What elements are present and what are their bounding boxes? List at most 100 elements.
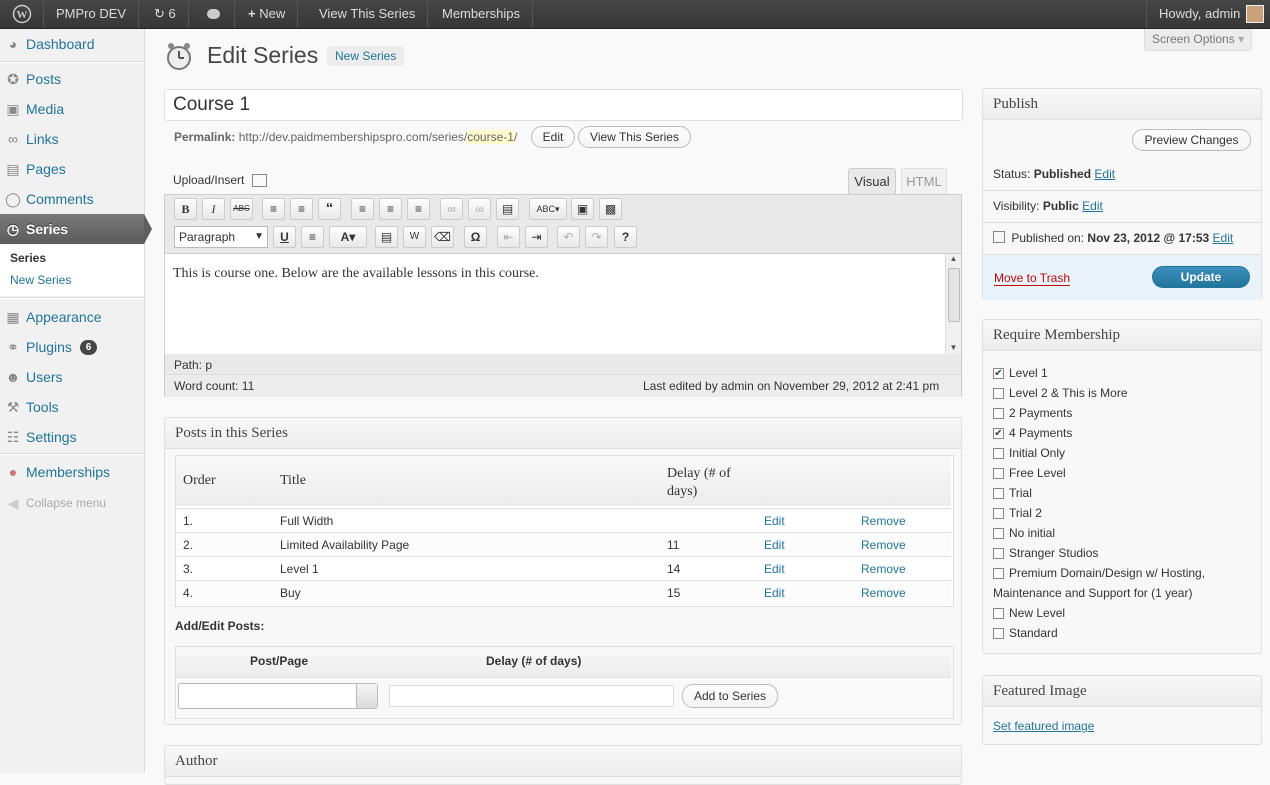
outdent-button[interactable]: ⇤ [497, 226, 520, 248]
scroll-up-icon[interactable]: ▲ [946, 254, 961, 263]
account-menu[interactable]: Howdy, admin [1146, 0, 1270, 28]
collapse-menu-button[interactable]: ◀ Collapse menu [0, 488, 144, 518]
level-checkbox[interactable]: ✔ [993, 428, 1004, 439]
view-series-link[interactable]: View This Series [307, 0, 429, 28]
underline-button[interactable]: U [273, 226, 296, 248]
sidebar-item-appearance[interactable]: ▦ Appearance [0, 302, 144, 332]
sidebar-item-posts[interactable]: ✪ Posts [0, 64, 144, 94]
justify-button[interactable]: ≡ [301, 226, 324, 248]
row-remove-link[interactable]: Remove [861, 557, 906, 581]
tab-html[interactable]: HTML [901, 168, 947, 194]
row-edit-link[interactable]: Edit [764, 581, 785, 605]
row-remove-link[interactable]: Remove [861, 533, 906, 557]
row-edit-link[interactable]: Edit [764, 533, 785, 557]
strikethrough-button[interactable]: ABC [230, 198, 253, 220]
level-checkbox[interactable] [993, 548, 1004, 559]
level-checkbox[interactable]: ✔ [993, 368, 1004, 379]
set-featured-image-link[interactable]: Set featured image [993, 719, 1094, 733]
more-tag-button[interactable]: ▤ [496, 198, 519, 220]
help-button[interactable]: ? [614, 226, 637, 248]
permalink-edit-button[interactable]: Edit [531, 126, 575, 148]
row-edit-link[interactable]: Edit [764, 509, 785, 533]
fullscreen-button[interactable]: ▣ [571, 198, 594, 220]
level-checkbox[interactable] [993, 468, 1004, 479]
memberships-link[interactable]: Memberships [430, 0, 534, 28]
level-checkbox[interactable] [993, 608, 1004, 619]
sidebar-item-users[interactable]: ☻ Users [0, 362, 144, 392]
paste-text-button[interactable]: ▤ [375, 226, 398, 248]
sidebar-item-pages[interactable]: ▤ Pages [0, 154, 144, 184]
comments-link[interactable] [195, 0, 235, 28]
visibility-edit-link[interactable]: Edit [1082, 199, 1103, 213]
level-checkbox[interactable] [993, 568, 1004, 579]
blockquote-button[interactable]: “ [318, 198, 341, 220]
level-checkbox[interactable] [993, 388, 1004, 399]
tab-visual[interactable]: Visual [848, 168, 896, 194]
new-content-link[interactable]: + New [236, 0, 299, 28]
kitchen-sink-button[interactable]: ▩ [599, 198, 622, 220]
sidebar-item-tools[interactable]: ⚒ Tools [0, 392, 144, 422]
remove-format-button[interactable]: ⌫ [431, 226, 454, 248]
featured-image-title[interactable]: Featured Image [983, 676, 1261, 707]
paste-word-button[interactable]: W [403, 226, 426, 248]
unlink-button[interactable]: ∞ [468, 198, 491, 220]
bold-button[interactable]: B [174, 198, 197, 220]
sidebar-item-links[interactable]: ∞ Links [0, 124, 144, 154]
row-remove-link[interactable]: Remove [861, 581, 906, 605]
title-input[interactable]: Course 1 [164, 89, 963, 121]
published-edit-link[interactable]: Edit [1213, 231, 1234, 245]
italic-button[interactable]: I [202, 198, 225, 220]
spellcheck-button[interactable]: ABC▾ [529, 198, 567, 220]
screen-options-button[interactable]: Screen Options ▾ [1144, 29, 1252, 51]
author-box-title[interactable]: Author [165, 746, 961, 777]
publish-box-title[interactable]: Publish [983, 89, 1261, 120]
sidebar-item-plugins[interactable]: ⚭ Plugins 6 [0, 332, 144, 362]
sidebar-item-dashboard[interactable]: ◕ Dashboard [0, 29, 144, 59]
site-name-link[interactable]: PMPro DEV [44, 0, 140, 28]
level-checkbox[interactable] [993, 628, 1004, 639]
sidebar-item-comments[interactable]: ◯ Comments [0, 184, 144, 214]
scroll-down-icon[interactable]: ▼ [946, 343, 961, 352]
submenu-item-new-series[interactable]: New Series [10, 273, 71, 287]
bullet-list-button[interactable]: ≡ [262, 198, 285, 220]
level-checkbox[interactable] [993, 508, 1004, 519]
sidebar-item-media[interactable]: ▣ Media [0, 94, 144, 124]
series-posts-title[interactable]: Posts in this Series [165, 418, 961, 449]
wordpress-logo-icon[interactable]: W [0, 0, 44, 28]
delay-days-input[interactable] [389, 685, 674, 707]
move-to-trash-link[interactable]: Move to Trash [994, 271, 1071, 286]
text-color-button[interactable]: A▾ [329, 226, 367, 248]
editor-content[interactable]: This is course one. Below are the availa… [165, 253, 961, 354]
sidebar-item-memberships[interactable]: ● Memberships [0, 457, 144, 487]
post-page-select[interactable] [178, 683, 378, 709]
row-remove-link[interactable]: Remove [861, 509, 906, 533]
upload-insert[interactable]: Upload/Insert [173, 173, 267, 188]
permalink-slug[interactable]: course-1 [467, 130, 514, 144]
require-membership-title[interactable]: Require Membership [983, 320, 1261, 351]
update-button[interactable]: Update [1152, 266, 1250, 288]
scrollbar-thumb[interactable] [948, 268, 960, 322]
redo-button[interactable]: ↷ [585, 226, 608, 248]
special-character-button[interactable]: Ω [464, 226, 487, 248]
level-checkbox[interactable] [993, 488, 1004, 499]
editor-scrollbar[interactable]: ▲ ▼ [945, 254, 961, 354]
sidebar-item-settings[interactable]: ☷ Settings [0, 422, 144, 452]
preview-changes-button[interactable]: Preview Changes [1132, 129, 1251, 151]
undo-button[interactable]: ↶ [557, 226, 580, 248]
sidebar-item-series[interactable]: ◷ Series [0, 214, 152, 244]
level-checkbox[interactable] [993, 448, 1004, 459]
format-select[interactable]: Paragraph ▼ [174, 226, 268, 248]
updates-link[interactable]: ↻ 6 [142, 0, 189, 28]
view-series-button[interactable]: View This Series [578, 126, 691, 148]
level-checkbox[interactable] [993, 408, 1004, 419]
align-center-button[interactable]: ≡ [379, 198, 402, 220]
align-left-button[interactable]: ≡ [351, 198, 374, 220]
add-new-series-button[interactable]: New Series [327, 46, 405, 66]
status-edit-link[interactable]: Edit [1094, 167, 1115, 181]
insert-link-button[interactable]: ∞ [440, 198, 463, 220]
level-checkbox[interactable] [993, 528, 1004, 539]
row-edit-link[interactable]: Edit [764, 557, 785, 581]
indent-button[interactable]: ⇥ [525, 226, 548, 248]
submenu-item-series[interactable]: Series [10, 251, 46, 265]
align-right-button[interactable]: ≡ [407, 198, 430, 220]
